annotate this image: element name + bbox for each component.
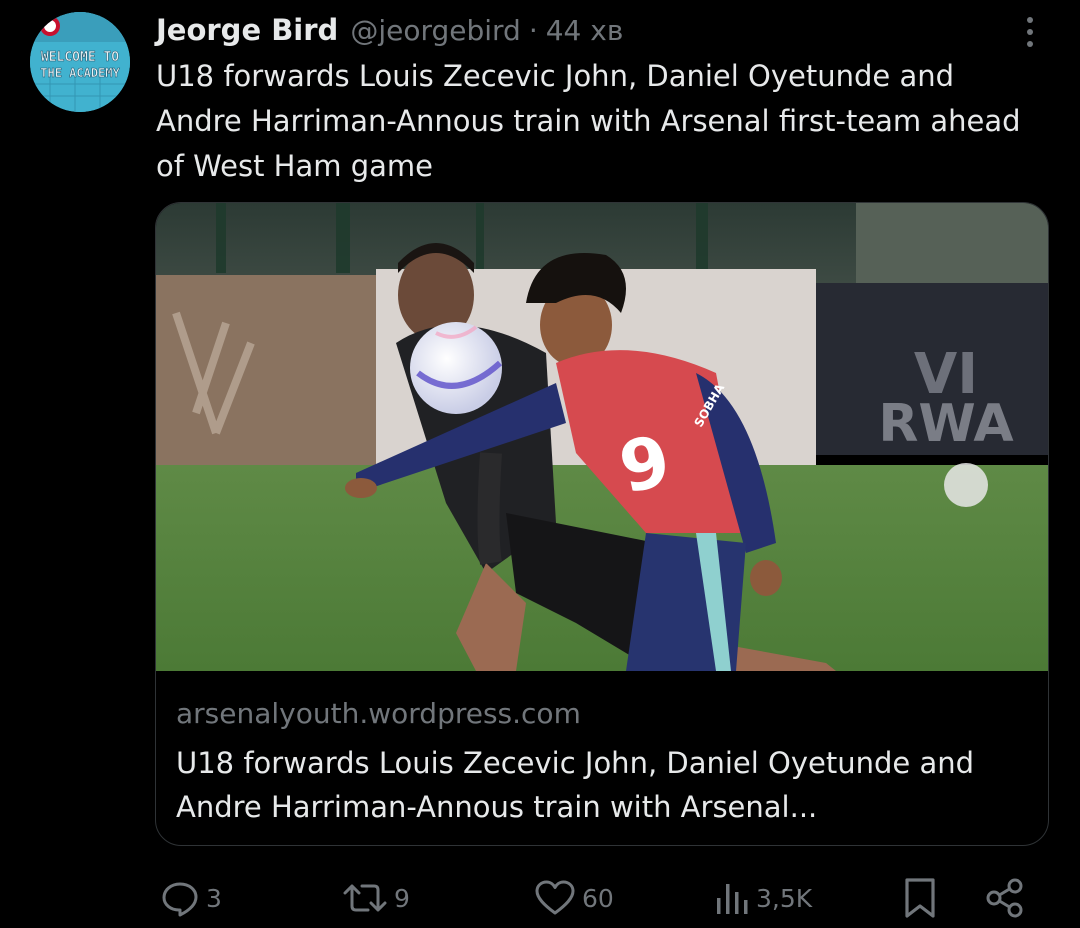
tweet-header: Jeorge Bird @jeorgebird · 44 хв [156,8,623,52]
tweet-text: U18 forwards Louis Zecevic John, Daniel … [156,59,1021,183]
repost-count: 9 [394,883,410,913]
like-button[interactable]: 60 [534,872,614,924]
tweet[interactable]: WELCOME TO THE ACADEMY Jeorge Bird @jeor… [0,0,1080,928]
views-icon [717,884,748,914]
author-display-name[interactable]: Jeorge Bird [156,13,338,47]
share-button[interactable] [984,872,1026,924]
author-avatar[interactable]: WELCOME TO THE ACADEMY [30,12,130,112]
reply-count: 3 [206,883,222,913]
reply-icon [162,882,198,917]
author-handle[interactable]: @jeorgebird [350,14,521,47]
svg-text:RWA: RWA [878,394,1013,454]
bookmark-button[interactable] [902,872,938,924]
repost-button[interactable]: 9 [342,872,410,924]
more-options-button[interactable] [1014,12,1046,52]
tweet-actions: 3 9 60 3,5K [0,872,1080,928]
repost-icon [343,884,387,912]
reply-button[interactable]: 3 [160,872,222,924]
tweet-timestamp[interactable]: 44 хв [546,14,624,47]
bookmark-icon [905,878,935,918]
svg-text:WELCOME TO: WELCOME TO [41,50,119,65]
views-count: 3,5K [756,883,813,913]
card-title[interactable]: U18 forwards Louis Zecevic John, Daniel … [176,741,1036,829]
more-vertical-icon [1027,17,1033,23]
share-icon [986,878,1023,918]
link-preview-card[interactable]: VI RWA 9 SOBHA arsenalyouth.wordpress.co… [155,202,1049,846]
card-image: VI RWA 9 SOBHA [156,203,1048,671]
svg-text:THE ACADEMY: THE ACADEMY [40,66,120,80]
card-domain[interactable]: arsenalyouth.wordpress.com [176,697,581,730]
heart-icon [535,880,575,915]
header-separator: · [528,13,538,47]
like-count: 60 [582,883,614,913]
views-button[interactable]: 3,5K [714,872,812,924]
avatar-image: WELCOME TO THE ACADEMY [30,12,130,112]
